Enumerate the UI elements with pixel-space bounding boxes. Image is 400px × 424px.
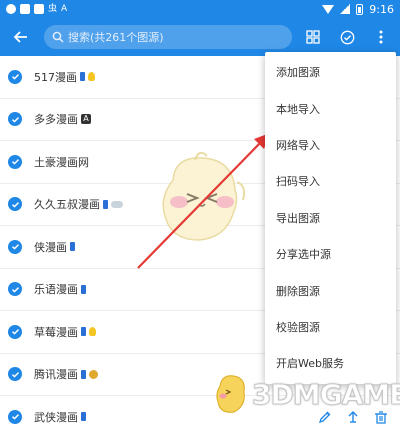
back-button[interactable] — [8, 24, 34, 50]
row-checkbox[interactable] — [8, 112, 22, 127]
phone-icon — [81, 369, 86, 379]
checkmark-icon — [11, 201, 19, 208]
signal-icon — [340, 4, 351, 14]
bulb-icon — [89, 327, 96, 337]
toolbar — [0, 18, 400, 56]
watermark-mascot-icon — [216, 375, 245, 413]
phone-icon — [81, 412, 86, 422]
more-options-button[interactable] — [370, 26, 392, 48]
row-checkbox[interactable] — [8, 282, 22, 297]
check-circle-icon — [340, 30, 354, 44]
phone-icon — [81, 284, 86, 294]
menu-item[interactable]: 网络导入 — [265, 127, 396, 163]
square-icon — [34, 4, 44, 14]
mascot-illustration — [162, 151, 246, 241]
source-name: 乐语漫画 — [34, 283, 78, 297]
checkmark-icon — [11, 414, 19, 420]
search-box[interactable] — [44, 25, 292, 49]
phone-icon — [103, 199, 108, 209]
battery-icon — [356, 3, 364, 15]
row-checkbox[interactable] — [8, 409, 22, 424]
source-name: 多多漫画 — [34, 113, 78, 127]
checkmark-icon — [11, 371, 19, 378]
status-right-icons: 9:16 — [322, 3, 394, 16]
select-all-button[interactable] — [336, 26, 358, 48]
row-checkbox[interactable] — [8, 154, 22, 169]
source-name: 土豪漫画网 — [34, 155, 89, 169]
source-name: 侠漫画 — [34, 240, 67, 254]
a-icon: A — [61, 4, 68, 14]
overflow-menu: 添加图源 本地导入 网络导入 扫码导入 导出图源 分享选中源 删除图源 校验图源 开启Web服务 — [265, 52, 396, 384]
checkmark-icon — [11, 159, 19, 165]
square-icon — [20, 4, 30, 14]
source-name: 腾讯漫画 — [34, 368, 78, 382]
menu-item[interactable]: 添加图源 — [265, 54, 396, 90]
a-icon: A — [81, 114, 91, 125]
checkmark-icon — [11, 244, 19, 250]
menu-item[interactable]: 删除图源 — [265, 272, 396, 308]
source-name: 草莓漫画 — [34, 325, 78, 339]
checkmark-icon — [11, 116, 19, 123]
source-name: 武侠漫画 — [34, 410, 78, 424]
screen: 虫 A 9:16 搜索(共261个图源) 517漫画 多多漫画 A 土豪漫画网 … — [0, 0, 400, 424]
group-button[interactable] — [302, 26, 324, 48]
notification-icon — [6, 4, 16, 14]
grid-icon — [306, 30, 320, 44]
row-checkbox[interactable] — [8, 69, 22, 84]
bulb-icon — [88, 72, 95, 82]
checkmark-icon — [11, 329, 19, 335]
row-checkbox[interactable] — [8, 239, 22, 254]
cloud-icon — [111, 200, 123, 208]
row-checkbox[interactable] — [8, 324, 22, 339]
menu-item[interactable]: 分享选中源 — [265, 236, 396, 272]
row-checkbox[interactable] — [8, 197, 22, 212]
phone-icon — [80, 72, 85, 82]
phone-icon — [81, 327, 86, 337]
search-input[interactable] — [68, 30, 283, 44]
source-name: 517漫画 — [34, 70, 77, 84]
checkmark-icon — [11, 286, 19, 293]
more-vert-icon — [379, 30, 383, 44]
source-name: 久久五叔漫画 — [34, 198, 100, 212]
status-time: 9:16 — [369, 2, 394, 16]
search-icon — [52, 31, 64, 43]
status-left-icons: 虫 A — [6, 4, 67, 14]
row-checkbox[interactable] — [8, 367, 22, 382]
bug-icon: 虫 — [48, 4, 58, 14]
menu-item[interactable]: 导出图源 — [265, 200, 396, 236]
phone-icon — [70, 242, 75, 252]
money-icon — [89, 369, 98, 379]
back-arrow-icon — [13, 31, 27, 43]
status-bar: 虫 A 9:16 — [0, 0, 400, 18]
menu-item[interactable]: 本地导入 — [265, 90, 396, 126]
toolbar-actions — [302, 26, 392, 48]
wifi-icon — [322, 4, 335, 14]
menu-item[interactable]: 校验图源 — [265, 309, 396, 345]
checkmark-icon — [11, 74, 19, 80]
watermark-text: 3DMGAME — [251, 377, 400, 411]
menu-item[interactable]: 扫码导入 — [265, 163, 396, 199]
watermark: 3DMGAME — [212, 372, 400, 416]
